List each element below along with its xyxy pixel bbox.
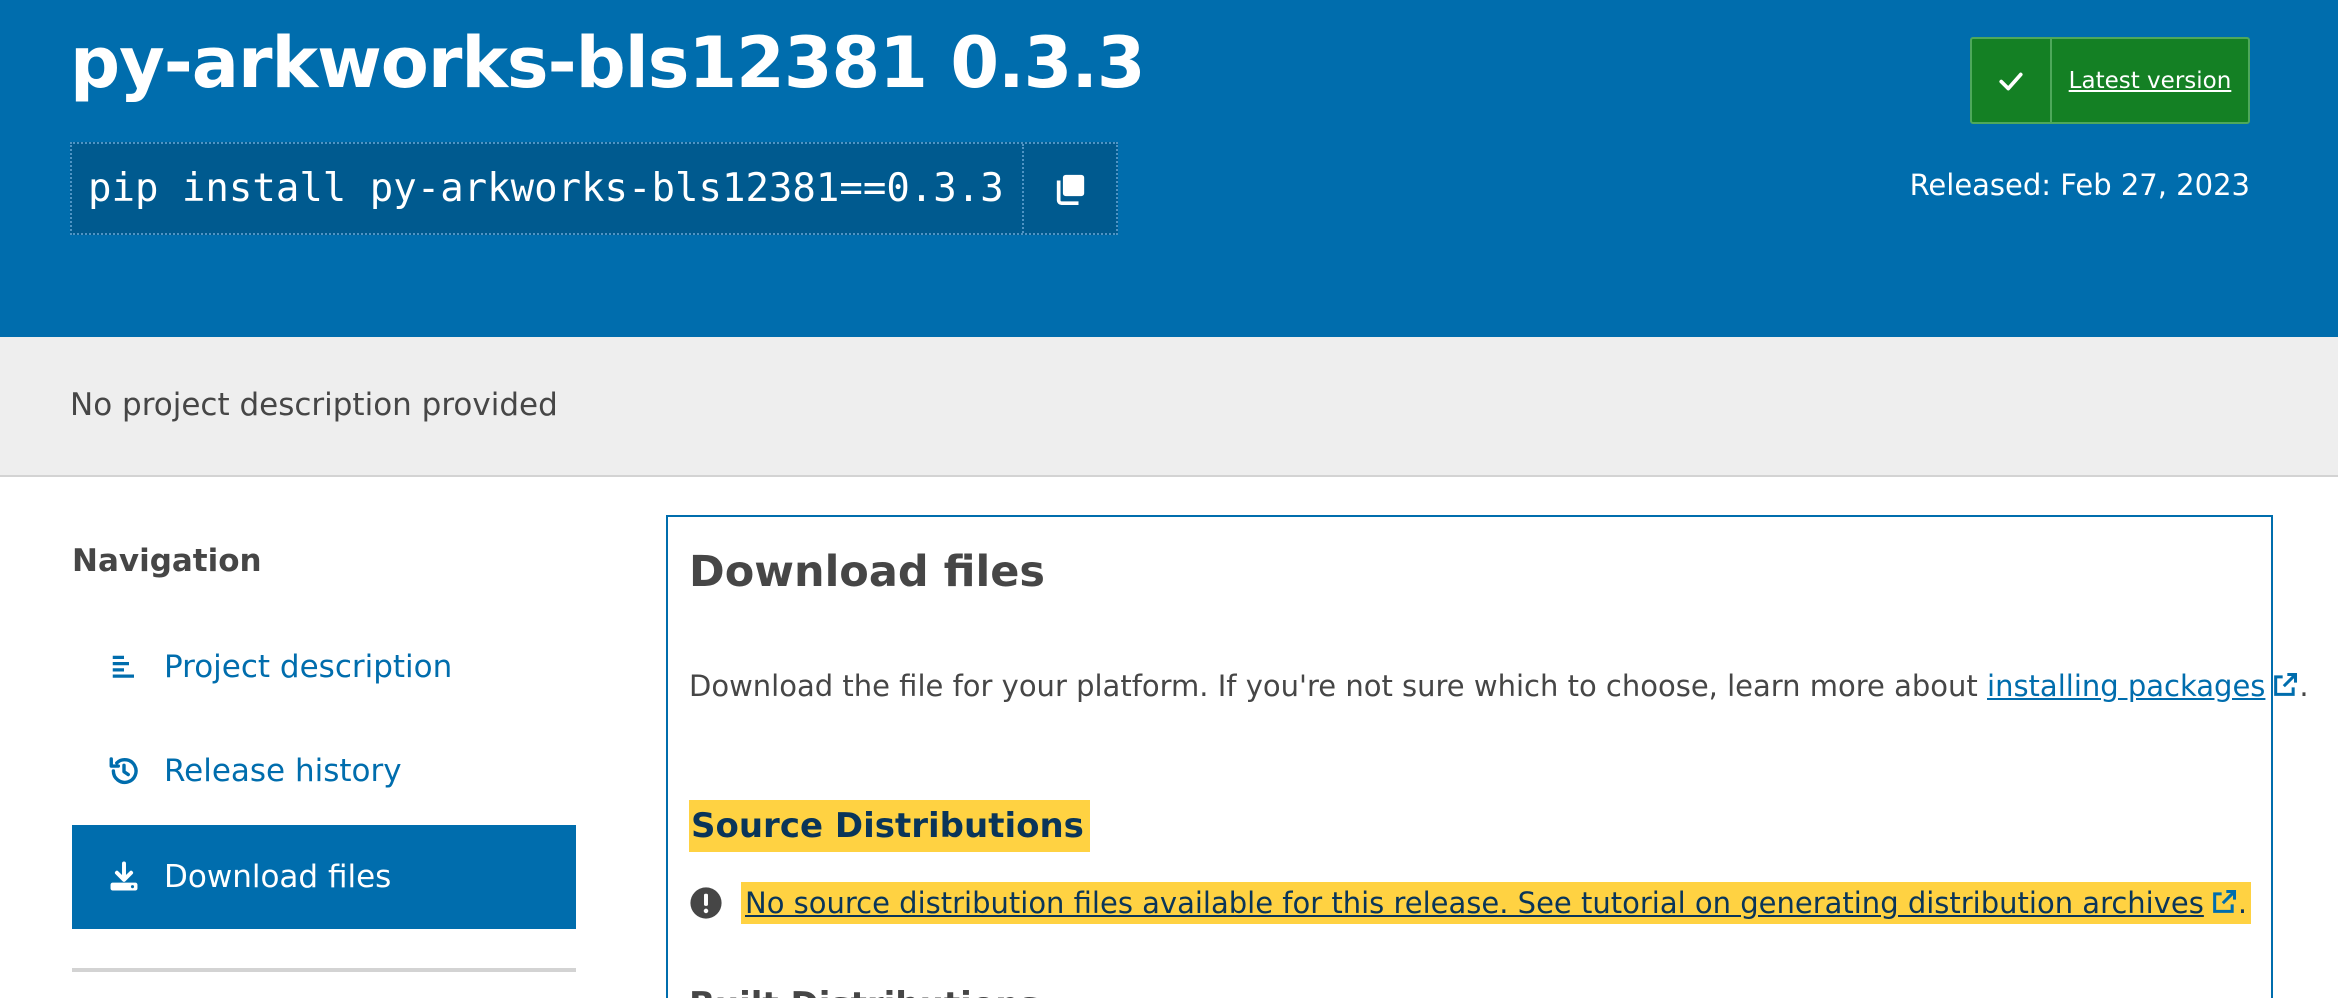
installing-packages-link-text: installing packages xyxy=(1987,669,2266,703)
external-link-icon xyxy=(2274,672,2298,696)
source-distributions-heading: Source Distributions xyxy=(689,800,1090,852)
copy-command-button[interactable] xyxy=(1021,144,1116,233)
package-header: py-arkworks-bls12381 0.3.3 pip install p… xyxy=(0,0,2338,337)
exclamation-circle-icon xyxy=(690,887,722,919)
latest-version-badge xyxy=(1972,39,2052,122)
download-intro-suffix: . xyxy=(2299,669,2309,703)
pip-command[interactable]: pip install py-arkworks-bls12381==0.3.3 xyxy=(72,144,1022,233)
sidebar-item-release-history[interactable]: Release history xyxy=(72,719,576,823)
distribution-archives-link-text: No source distribution files available f… xyxy=(745,886,2204,920)
download-icon xyxy=(104,857,144,897)
latest-version-button[interactable]: Latest version xyxy=(1970,37,2250,124)
latest-version-link[interactable]: Latest version xyxy=(2052,39,2248,122)
release-date: Released: Feb 27, 2023 xyxy=(1909,168,2250,202)
copy-icon xyxy=(1056,174,1084,205)
download-intro-text: Download the file for your platform. If … xyxy=(689,669,1988,703)
project-summary: No project description provided xyxy=(70,387,558,423)
download-files-panel: Download files Download the file for you… xyxy=(666,515,2309,998)
distribution-archives-link[interactable]: No source distribution files available f… xyxy=(745,886,2238,920)
package-title: py-arkworks-bls12381 0.3.3 xyxy=(70,22,1146,104)
installing-packages-link[interactable]: installing packages xyxy=(1987,669,2299,703)
sidebar-item-label: Download files xyxy=(164,859,392,895)
external-link-icon xyxy=(2213,889,2236,913)
pip-install-box: pip install py-arkworks-bls12381==0.3.3 xyxy=(70,142,1118,235)
no-source-notice: No source distribution files available f… xyxy=(689,882,2252,924)
align-left-icon xyxy=(104,647,144,687)
check-icon xyxy=(1999,72,2023,90)
navigation-heading: Navigation xyxy=(72,543,262,579)
sidebar-item-label: Project description xyxy=(164,649,453,685)
sidebar-item-project-description[interactable]: Project description xyxy=(72,615,576,719)
download-intro: Download the file for your platform. If … xyxy=(689,669,2309,703)
download-files-title: Download files xyxy=(689,547,1045,597)
history-icon xyxy=(104,751,144,791)
project-summary-strip: No project description provided xyxy=(0,337,2338,477)
built-distributions-heading: Built Distributions xyxy=(689,985,1040,998)
sidebar-divider xyxy=(72,968,576,972)
sidebar-item-download-files[interactable]: Download files xyxy=(72,825,576,929)
no-source-notice-text: No source distribution files available f… xyxy=(741,882,2252,924)
sidebar-item-label: Release history xyxy=(164,753,402,789)
no-source-notice-suffix: . xyxy=(2237,886,2248,920)
